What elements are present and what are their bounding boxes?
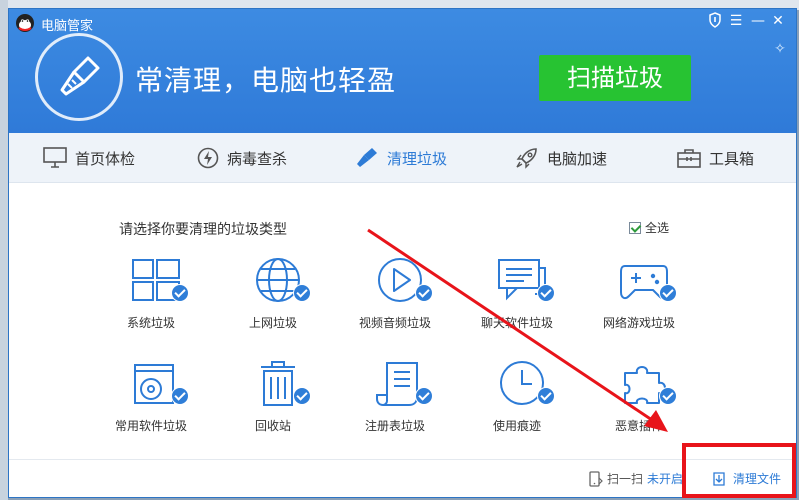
- lightning-icon: [197, 147, 219, 169]
- category-label: 网络游戏垃圾: [602, 316, 675, 330]
- hero-broom-badge: [35, 33, 123, 121]
- menu-icon[interactable]: ☰: [727, 12, 745, 30]
- app-window: 电脑管家 ☰ — ✕ ✧ 常清理，电脑也轻盈 扫描垃圾 首页体检 病毒查杀 清理…: [8, 8, 797, 498]
- checked-badge-icon[interactable]: [659, 284, 677, 302]
- category-common-software-junk[interactable]: 常用软件垃圾: [91, 357, 211, 447]
- checked-badge-icon[interactable]: [171, 284, 189, 302]
- broom-icon: [60, 56, 100, 96]
- checked-badge-icon[interactable]: [537, 284, 555, 302]
- category-media-junk[interactable]: 视频音频垃圾: [335, 254, 455, 344]
- category-label: 系统垃圾: [126, 316, 175, 330]
- category-label: 上网垃圾: [248, 316, 297, 330]
- background-left-edge: [0, 0, 8, 500]
- toolbox-icon: [677, 149, 701, 168]
- junk-type-prompt: 请选择你要清理的垃圾类型: [119, 222, 287, 238]
- scan-label: 扫一扫: [607, 472, 644, 486]
- footer-bar: 扫一扫 未开启 清理文件: [9, 459, 796, 497]
- category-usage-traces[interactable]: 使用痕迹: [457, 357, 577, 447]
- broom-icon: [357, 148, 377, 167]
- checked-badge-icon[interactable]: [293, 284, 311, 302]
- tab-speed-up[interactable]: 电脑加速: [515, 133, 607, 183]
- tab-virus-scan[interactable]: 病毒查杀: [197, 133, 287, 183]
- category-label: 使用痕迹: [492, 419, 541, 433]
- app-logo-icon: [16, 14, 34, 32]
- app-title: 电脑管家: [41, 19, 94, 34]
- category-game-junk[interactable]: 网络游戏垃圾: [579, 254, 699, 344]
- tab-label: 首页体检: [75, 149, 136, 168]
- annotation-highlight-box: [682, 443, 796, 498]
- titlebar: 电脑管家 ☰ — ✕: [9, 9, 796, 35]
- category-system-junk[interactable]: 系统垃圾: [91, 254, 211, 344]
- checked-badge-icon[interactable]: [415, 387, 433, 405]
- scan-status[interactable]: 未开启: [647, 470, 683, 487]
- tab-label: 工具箱: [709, 149, 755, 168]
- scan-code-toggle[interactable]: 扫一扫 未开启: [587, 470, 683, 487]
- category-label: 回收站: [254, 419, 291, 433]
- main-nav: 首页体检 病毒查杀 清理垃圾 电脑加速 工具箱: [9, 133, 796, 183]
- category-label: 聊天软件垃圾: [480, 316, 553, 330]
- tab-label: 电脑加速: [547, 149, 608, 168]
- tab-toolbox[interactable]: 工具箱: [677, 133, 754, 183]
- checked-badge-icon[interactable]: [171, 387, 189, 405]
- select-all-checkbox[interactable]: 全选: [629, 219, 669, 236]
- category-malicious-plugins[interactable]: 恶意插件: [579, 357, 699, 447]
- category-label: 视频音频垃圾: [358, 316, 431, 330]
- tab-clean-junk[interactable]: 清理垃圾: [355, 133, 447, 183]
- checked-badge-icon[interactable]: [537, 387, 555, 405]
- shield-icon[interactable]: [706, 12, 724, 30]
- category-label: 常用软件垃圾: [114, 419, 187, 433]
- sparkle-icon[interactable]: ✧: [770, 39, 790, 59]
- category-registry-junk[interactable]: 注册表垃圾: [335, 357, 455, 447]
- hero-slogan: 常清理，电脑也轻盈: [135, 64, 397, 97]
- checked-badge-icon[interactable]: [659, 387, 677, 405]
- category-recycle-bin[interactable]: 回收站: [213, 357, 333, 447]
- select-all-label: 全选: [645, 221, 670, 235]
- phone-scan-icon: [589, 470, 603, 487]
- category-label: 恶意插件: [614, 419, 663, 433]
- scan-junk-button[interactable]: 扫描垃圾: [539, 55, 691, 101]
- close-icon[interactable]: ✕: [769, 12, 787, 30]
- category-web-junk[interactable]: 上网垃圾: [213, 254, 333, 344]
- category-label: 注册表垃圾: [364, 419, 425, 433]
- tab-label: 病毒查杀: [227, 149, 288, 168]
- checkbox-checked-icon[interactable]: [629, 221, 641, 234]
- tab-label: 清理垃圾: [387, 149, 448, 168]
- checked-badge-icon[interactable]: [293, 387, 311, 405]
- header: 电脑管家 ☰ — ✕ ✧ 常清理，电脑也轻盈 扫描垃圾: [9, 9, 796, 133]
- minimize-icon[interactable]: —: [749, 12, 767, 30]
- rocket-icon: [516, 148, 537, 169]
- category-chat-junk[interactable]: 聊天软件垃圾: [457, 254, 577, 344]
- monitor-icon: [43, 147, 67, 168]
- checked-badge-icon[interactable]: [415, 284, 433, 302]
- tab-home-checkup[interactable]: 首页体检: [43, 133, 135, 183]
